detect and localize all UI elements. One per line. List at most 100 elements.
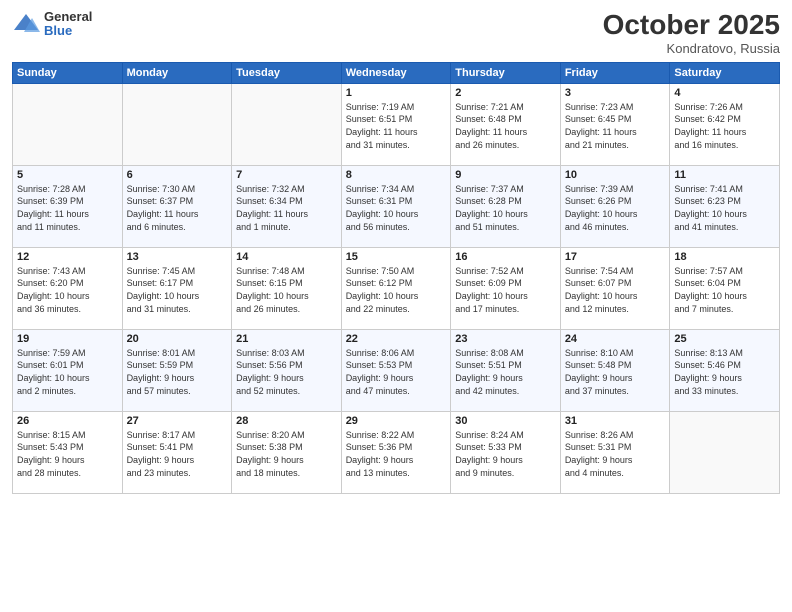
table-row: 8 Sunrise: 7:34 AM Sunset: 6:31 PM Daylig… (341, 165, 451, 247)
header-wednesday: Wednesday (341, 62, 451, 83)
calendar-table: Sunday Monday Tuesday Wednesday Thursday… (12, 62, 780, 494)
table-row: 29 Sunrise: 8:22 AM Sunset: 5:36 PM Dayli… (341, 411, 451, 493)
day-info: Sunrise: 7:54 AM Sunset: 6:07 PM Dayligh… (565, 265, 666, 315)
day-number: 29 (346, 415, 447, 427)
day-number: 30 (455, 415, 556, 427)
day-info: Sunrise: 7:45 AM Sunset: 6:17 PM Dayligh… (127, 265, 228, 315)
day-number: 27 (127, 415, 228, 427)
day-info: Sunrise: 8:26 AM Sunset: 5:31 PM Dayligh… (565, 429, 666, 479)
table-row: 11 Sunrise: 7:41 AM Sunset: 6:23 PM Dayli… (670, 165, 780, 247)
day-number: 9 (455, 169, 556, 181)
day-number: 15 (346, 251, 447, 263)
header-thursday: Thursday (451, 62, 561, 83)
day-number: 16 (455, 251, 556, 263)
logo-text: General Blue (44, 10, 92, 39)
calendar-week-2: 5Sunrise: 7:28 AM Sunset: 6:39 PM Daylig… (13, 165, 780, 247)
day-number: 11 (674, 169, 775, 181)
table-row: 28 Sunrise: 8:20 AM Sunset: 5:38 PM Dayli… (232, 411, 342, 493)
day-info: Sunrise: 7:41 AM Sunset: 6:23 PM Dayligh… (674, 183, 775, 233)
calendar-week-1: 1 Sunrise: 7:19 AM Sunset: 6:51 PM Daylig… (13, 83, 780, 165)
day-info: Sunrise: 7:50 AM Sunset: 6:12 PM Dayligh… (346, 265, 447, 315)
day-info: Sunrise: 7:23 AM Sunset: 6:45 PM Dayligh… (565, 101, 666, 151)
table-row (232, 83, 342, 165)
day-info: Sunrise: 7:26 AM Sunset: 6:42 PM Dayligh… (674, 101, 775, 151)
day-number: 1 (346, 87, 447, 99)
header-sunday: Sunday (13, 62, 123, 83)
table-row: 21Sunrise: 8:03 AM Sunset: 5:56 PM Dayli… (232, 329, 342, 411)
table-row: 19 Sunrise: 7:59 AM Sunset: 6:01 PM Dayli… (13, 329, 123, 411)
day-number: 12 (17, 251, 118, 263)
day-info: Sunrise: 7:52 AM Sunset: 6:09 PM Dayligh… (455, 265, 556, 315)
day-info: Sunrise: 8:13 AM Sunset: 5:46 PM Dayligh… (674, 347, 775, 397)
day-info: Sunrise: 7:28 AM Sunset: 6:39 PM Dayligh… (17, 183, 118, 233)
table-row: 7Sunrise: 7:32 AM Sunset: 6:34 PM Daylig… (232, 165, 342, 247)
calendar-week-5: 26 Sunrise: 8:15 AM Sunset: 5:43 PM Dayli… (13, 411, 780, 493)
month-title: October 2025 (603, 10, 780, 41)
table-row: 20Sunrise: 8:01 AM Sunset: 5:59 PM Dayli… (122, 329, 232, 411)
day-info: Sunrise: 8:20 AM Sunset: 5:38 PM Dayligh… (236, 429, 337, 479)
table-row: 5Sunrise: 7:28 AM Sunset: 6:39 PM Daylig… (13, 165, 123, 247)
table-row: 18Sunrise: 7:57 AM Sunset: 6:04 PM Dayli… (670, 247, 780, 329)
table-row (122, 83, 232, 165)
day-number: 8 (346, 169, 447, 181)
day-info: Sunrise: 8:10 AM Sunset: 5:48 PM Dayligh… (565, 347, 666, 397)
table-row: 24 Sunrise: 8:10 AM Sunset: 5:48 PM Dayli… (560, 329, 670, 411)
table-row: 31 Sunrise: 8:26 AM Sunset: 5:31 PM Dayli… (560, 411, 670, 493)
logo-icon (12, 10, 40, 38)
day-info: Sunrise: 7:48 AM Sunset: 6:15 PM Dayligh… (236, 265, 337, 315)
day-info: Sunrise: 7:39 AM Sunset: 6:26 PM Dayligh… (565, 183, 666, 233)
table-row: 3 Sunrise: 7:23 AM Sunset: 6:45 PM Daylig… (560, 83, 670, 165)
day-number: 28 (236, 415, 337, 427)
day-info: Sunrise: 7:30 AM Sunset: 6:37 PM Dayligh… (127, 183, 228, 233)
table-row: 12Sunrise: 7:43 AM Sunset: 6:20 PM Dayli… (13, 247, 123, 329)
header-tuesday: Tuesday (232, 62, 342, 83)
day-info: Sunrise: 7:59 AM Sunset: 6:01 PM Dayligh… (17, 347, 118, 397)
day-number: 2 (455, 87, 556, 99)
table-row: 27 Sunrise: 8:17 AM Sunset: 5:41 PM Dayli… (122, 411, 232, 493)
table-row: 10Sunrise: 7:39 AM Sunset: 6:26 PM Dayli… (560, 165, 670, 247)
table-row: 17 Sunrise: 7:54 AM Sunset: 6:07 PM Dayli… (560, 247, 670, 329)
header-saturday: Saturday (670, 62, 780, 83)
day-info: Sunrise: 8:22 AM Sunset: 5:36 PM Dayligh… (346, 429, 447, 479)
day-number: 17 (565, 251, 666, 263)
table-row: 1 Sunrise: 7:19 AM Sunset: 6:51 PM Daylig… (341, 83, 451, 165)
day-info: Sunrise: 7:21 AM Sunset: 6:48 PM Dayligh… (455, 101, 556, 151)
day-info: Sunrise: 8:01 AM Sunset: 5:59 PM Dayligh… (127, 347, 228, 397)
header-friday: Friday (560, 62, 670, 83)
day-info: Sunrise: 7:57 AM Sunset: 6:04 PM Dayligh… (674, 265, 775, 315)
location: Kondratovo, Russia (603, 41, 780, 56)
calendar-week-3: 12Sunrise: 7:43 AM Sunset: 6:20 PM Dayli… (13, 247, 780, 329)
day-number: 24 (565, 333, 666, 345)
day-number: 19 (17, 333, 118, 345)
day-info: Sunrise: 7:34 AM Sunset: 6:31 PM Dayligh… (346, 183, 447, 233)
day-number: 31 (565, 415, 666, 427)
day-info: Sunrise: 7:19 AM Sunset: 6:51 PM Dayligh… (346, 101, 447, 151)
header-monday: Monday (122, 62, 232, 83)
table-row: 25Sunrise: 8:13 AM Sunset: 5:46 PM Dayli… (670, 329, 780, 411)
table-row (670, 411, 780, 493)
day-info: Sunrise: 8:15 AM Sunset: 5:43 PM Dayligh… (17, 429, 118, 479)
page-header: General Blue October 2025 Kondratovo, Ru… (12, 10, 780, 56)
table-row: 15 Sunrise: 7:50 AM Sunset: 6:12 PM Dayli… (341, 247, 451, 329)
day-info: Sunrise: 8:17 AM Sunset: 5:41 PM Dayligh… (127, 429, 228, 479)
day-info: Sunrise: 7:32 AM Sunset: 6:34 PM Dayligh… (236, 183, 337, 233)
day-number: 3 (565, 87, 666, 99)
day-info: Sunrise: 8:06 AM Sunset: 5:53 PM Dayligh… (346, 347, 447, 397)
day-number: 22 (346, 333, 447, 345)
table-row: 13Sunrise: 7:45 AM Sunset: 6:17 PM Dayli… (122, 247, 232, 329)
day-number: 23 (455, 333, 556, 345)
day-number: 26 (17, 415, 118, 427)
table-row: 22 Sunrise: 8:06 AM Sunset: 5:53 PM Dayli… (341, 329, 451, 411)
table-row: 9Sunrise: 7:37 AM Sunset: 6:28 PM Daylig… (451, 165, 561, 247)
day-info: Sunrise: 8:03 AM Sunset: 5:56 PM Dayligh… (236, 347, 337, 397)
table-row: 30 Sunrise: 8:24 AM Sunset: 5:33 PM Dayli… (451, 411, 561, 493)
day-number: 6 (127, 169, 228, 181)
title-block: October 2025 Kondratovo, Russia (603, 10, 780, 56)
table-row: 6 Sunrise: 7:30 AM Sunset: 6:37 PM Daylig… (122, 165, 232, 247)
day-number: 14 (236, 251, 337, 263)
table-row: 4 Sunrise: 7:26 AM Sunset: 6:42 PM Daylig… (670, 83, 780, 165)
calendar-week-4: 19 Sunrise: 7:59 AM Sunset: 6:01 PM Dayli… (13, 329, 780, 411)
day-info: Sunrise: 8:24 AM Sunset: 5:33 PM Dayligh… (455, 429, 556, 479)
day-number: 4 (674, 87, 775, 99)
logo: General Blue (12, 10, 92, 39)
